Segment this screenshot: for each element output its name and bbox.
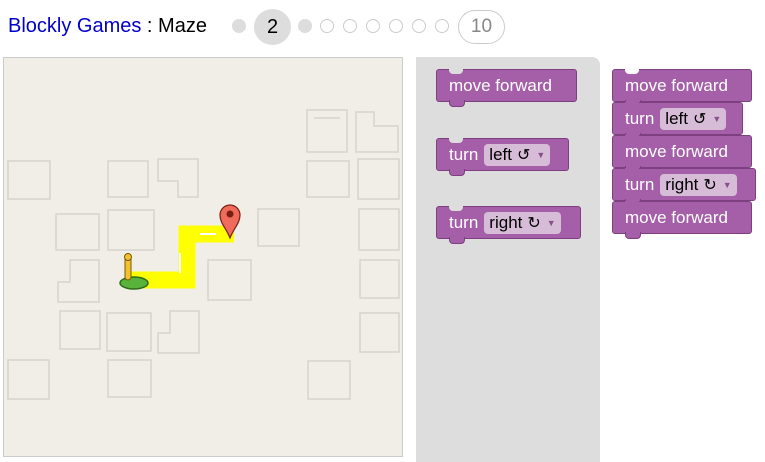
toolbox-move-forward-block[interactable]: move forward bbox=[436, 69, 577, 107]
pegman-icon bbox=[119, 253, 149, 290]
toolbox-turn-left-block[interactable]: turn left ↺ ▼ bbox=[436, 138, 569, 176]
level-dot-6[interactable] bbox=[366, 19, 380, 33]
direction-dropdown[interactable]: right ↻ ▼ bbox=[660, 173, 737, 196]
level-dot-4[interactable] bbox=[320, 19, 334, 33]
triangle-down-icon: ▼ bbox=[722, 179, 732, 190]
rotate-right-icon: ↻ bbox=[527, 214, 541, 232]
page-title: Blockly Games : Maze bbox=[8, 15, 207, 38]
level-dot-8[interactable] bbox=[412, 19, 426, 33]
level-current[interactable]: 2 bbox=[254, 9, 291, 45]
blockly-games-link[interactable]: Blockly Games bbox=[8, 15, 141, 37]
title-separator: : bbox=[141, 15, 159, 37]
triangle-down-icon: ▼ bbox=[536, 149, 546, 160]
level-dot-5[interactable] bbox=[343, 19, 357, 33]
triangle-down-icon: ▼ bbox=[712, 113, 722, 124]
toolbox-turn-right-block[interactable]: turn right ↻ ▼ bbox=[436, 206, 581, 244]
level-dot-9[interactable] bbox=[435, 19, 449, 33]
direction-dropdown[interactable]: right ↻ ▼ bbox=[484, 211, 561, 234]
block-label: turn bbox=[625, 108, 655, 128]
block-label: move forward bbox=[625, 141, 728, 161]
level-dot-3[interactable] bbox=[298, 19, 312, 33]
maze-path bbox=[129, 225, 234, 289]
level-last[interactable]: 10 bbox=[458, 10, 505, 44]
game-title: Maze bbox=[158, 15, 207, 37]
dropdown-value: left bbox=[489, 144, 512, 164]
block-label: move forward bbox=[625, 207, 728, 227]
dropdown-value: right bbox=[489, 212, 523, 232]
block-label: turn bbox=[449, 144, 479, 164]
direction-dropdown[interactable]: left ↺ ▼ bbox=[484, 143, 551, 166]
level-dot-1[interactable] bbox=[232, 19, 246, 33]
level-dot-7[interactable] bbox=[389, 19, 403, 33]
rotate-left-icon: ↺ bbox=[516, 146, 531, 164]
workspace-move-forward-block[interactable]: move forward bbox=[612, 69, 752, 107]
rotate-right-icon: ↻ bbox=[703, 176, 717, 194]
workspace-move-forward-block[interactable]: move forward bbox=[612, 201, 752, 239]
dropdown-value: right bbox=[665, 174, 699, 194]
dropdown-value: left bbox=[665, 108, 688, 128]
maze-board bbox=[3, 57, 403, 457]
workspace-turn-left-block[interactable]: turn left ↺ ▼ bbox=[612, 102, 743, 140]
direction-dropdown[interactable]: left ↺ ▼ bbox=[660, 107, 727, 130]
triangle-down-icon: ▼ bbox=[546, 217, 556, 228]
workspace-turn-right-block[interactable]: turn right ↻ ▼ bbox=[612, 168, 756, 206]
rotate-left-icon: ↺ bbox=[692, 110, 707, 128]
block-label: turn bbox=[625, 174, 655, 194]
toolbox: move forward turn left ↺ ▼ turn right ↻ … bbox=[416, 57, 600, 462]
workspace-move-forward-block[interactable]: move forward bbox=[612, 135, 752, 173]
workspace[interactable]: move forward turn left ↺ ▼ move forward … bbox=[600, 57, 765, 462]
block-label: turn bbox=[449, 212, 479, 232]
header: Blockly Games : Maze 2 10 bbox=[0, 0, 765, 56]
block-label: move forward bbox=[449, 75, 552, 95]
block-label: move forward bbox=[625, 75, 728, 95]
maze-background-walls bbox=[7, 109, 400, 400]
maze-svg bbox=[7, 109, 400, 400]
